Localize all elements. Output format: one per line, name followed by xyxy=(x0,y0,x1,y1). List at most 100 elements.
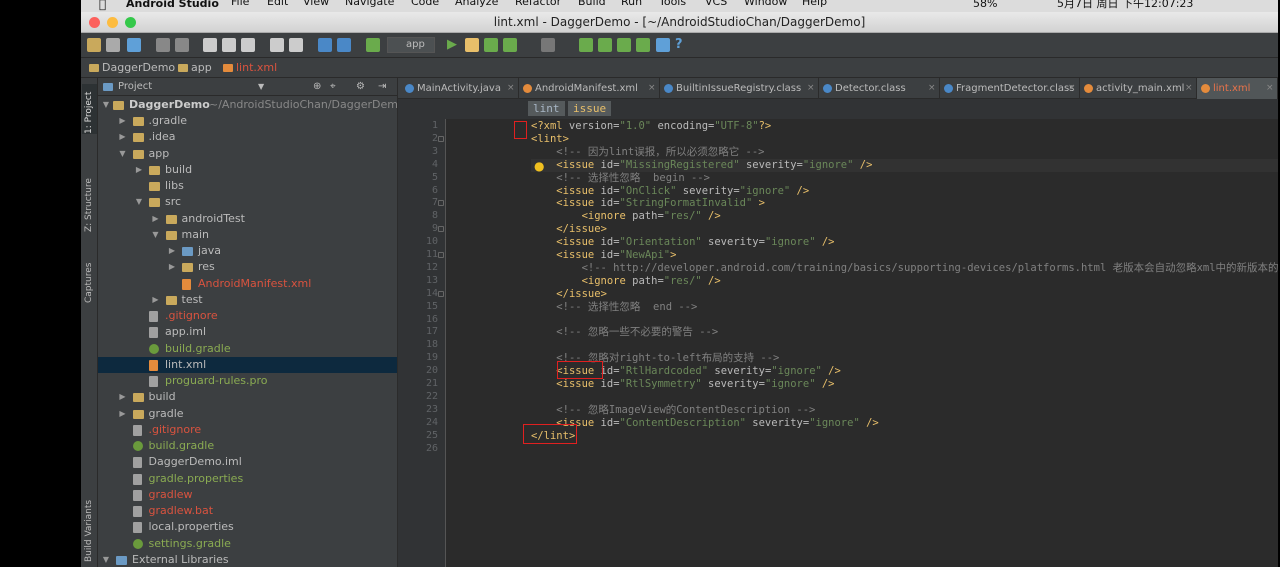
paste-icon[interactable] xyxy=(241,38,255,52)
open-icon[interactable] xyxy=(87,38,101,52)
hide-panel-icon[interactable]: ⇥ xyxy=(378,78,386,96)
tree-item[interactable]: libs xyxy=(98,178,397,194)
editor-tab[interactable]: AndroidManifest.xml × xyxy=(519,78,660,99)
tree-item[interactable]: gradlew xyxy=(98,487,397,503)
close-tab-icon[interactable]: × xyxy=(1266,78,1274,99)
gradle-sync-icon[interactable] xyxy=(617,38,631,52)
chevron-down-icon[interactable]: ▼ xyxy=(152,227,160,243)
cut-icon[interactable] xyxy=(203,38,217,52)
apply-changes-icon[interactable] xyxy=(465,38,479,52)
tree-item[interactable]: build.gradle xyxy=(98,438,397,454)
chevron-right-icon[interactable]: ▶ xyxy=(152,292,160,308)
collapse-icon[interactable]: ⊕ xyxy=(313,78,321,96)
tree-item[interactable]: ▶ java xyxy=(98,243,397,259)
tree-item[interactable]: ▶ res xyxy=(98,259,397,275)
code-line[interactable]: <!-- 因为lint误报，所以必须忽略它 --> xyxy=(531,146,764,159)
menu-code[interactable]: Code xyxy=(411,0,439,8)
stop-icon[interactable] xyxy=(541,38,555,52)
sdk-manager-icon[interactable] xyxy=(579,38,593,52)
code-line[interactable]: <?xml version="1.0" encoding="UTF-8"?> xyxy=(531,120,771,133)
nav-crumb[interactable]: app xyxy=(178,58,212,78)
chevron-down-icon[interactable]: ▼ xyxy=(135,194,143,210)
run-icon[interactable]: ▶ xyxy=(447,38,461,52)
chevron-down-icon[interactable]: ▼ xyxy=(102,97,110,113)
redo-icon[interactable] xyxy=(175,38,189,52)
xml-breadcrumb-tag[interactable]: lint xyxy=(528,101,565,116)
gear-icon[interactable]: ⚙ xyxy=(356,78,365,96)
app-menu[interactable]: Android Studio xyxy=(126,0,219,10)
find-icon[interactable] xyxy=(270,38,284,52)
tool-tab-project[interactable]: 1: Project xyxy=(82,84,97,134)
close-tab-icon[interactable]: × xyxy=(928,78,936,99)
close-tab-icon[interactable]: × xyxy=(1068,78,1076,99)
tool-tab-build-variants[interactable]: Build Variants xyxy=(82,492,97,562)
code-line[interactable]: <!-- 选择性忽略 begin --> xyxy=(531,172,710,185)
undo-icon[interactable] xyxy=(156,38,170,52)
tool-tab-z-structure[interactable]: Z: Structure xyxy=(82,162,97,232)
forward-icon[interactable] xyxy=(337,38,351,52)
code-line[interactable]: <ignore path="res/" /> xyxy=(531,275,721,288)
debug-icon[interactable] xyxy=(484,38,498,52)
code-line[interactable]: <!-- http://developer.android.com/traini… xyxy=(531,262,1278,275)
code-line[interactable]: <ignore path="res/" /> xyxy=(531,210,721,223)
tree-item[interactable]: ▼ main xyxy=(98,227,397,243)
chevron-right-icon[interactable]: ▶ xyxy=(135,162,143,178)
coverage-icon[interactable] xyxy=(503,38,517,52)
tool-tab-captures[interactable]: Captures xyxy=(82,248,97,303)
menu-file[interactable]: File xyxy=(231,0,249,8)
run-config-select[interactable]: app xyxy=(387,37,435,53)
project-view-select[interactable]: Project xyxy=(118,78,152,96)
nav-crumb[interactable]: lint.xml xyxy=(223,58,277,78)
menu-refactor[interactable]: Refactor xyxy=(515,0,561,8)
tree-item[interactable]: ▶ test xyxy=(98,292,397,308)
tree-item[interactable]: AndroidManifest.xml xyxy=(98,276,397,292)
menu-navigate[interactable]: Navigate xyxy=(345,0,394,8)
minimize-window-icon[interactable] xyxy=(107,17,118,28)
chevron-right-icon[interactable]: ▶ xyxy=(119,113,127,129)
fold-marker-icon[interactable] xyxy=(438,226,444,233)
tree-item[interactable]: build.gradle xyxy=(98,341,397,357)
tree-item[interactable]: ▶ gradle xyxy=(98,406,397,422)
tree-root[interactable]: ▼ DaggerDemo ~/AndroidStudioChan/DaggerD… xyxy=(98,97,397,113)
menu-window[interactable]: Window xyxy=(744,0,787,8)
close-window-icon[interactable] xyxy=(89,17,100,28)
menu-help[interactable]: Help xyxy=(802,0,827,8)
chevron-down-icon[interactable]: ▼ xyxy=(258,78,264,96)
nav-crumb[interactable]: DaggerDemo xyxy=(89,58,175,78)
code-line[interactable]: <issue id="RtlSymmetry" severity="ignore… xyxy=(531,378,834,391)
code-line[interactable]: </issue> xyxy=(531,288,607,301)
tree-item[interactable]: local.properties xyxy=(98,519,397,535)
lightbulb-icon[interactable]: ● xyxy=(534,159,544,173)
sync-icon[interactable] xyxy=(127,38,141,52)
xml-breadcrumb-tag[interactable]: issue xyxy=(568,101,612,116)
close-tab-icon[interactable]: × xyxy=(1185,78,1193,99)
tree-item[interactable]: ▼ app xyxy=(98,146,397,162)
zoom-window-icon[interactable] xyxy=(125,17,136,28)
editor-tab[interactable]: BuiltinIssueRegistry.class × xyxy=(660,78,819,99)
close-tab-icon[interactable]: × xyxy=(807,78,815,99)
code-line[interactable]: <issue id="OnClick" severity="ignore" /> xyxy=(531,185,809,198)
project-structure-icon[interactable] xyxy=(656,38,670,52)
chevron-right-icon[interactable]: ▶ xyxy=(152,211,160,227)
code-line[interactable]: <issue id="Orientation" severity="ignore… xyxy=(531,236,834,249)
fold-marker-icon[interactable] xyxy=(438,135,444,142)
menu-tools[interactable]: Tools xyxy=(659,0,686,8)
code-line[interactable]: <issue id="NewApi"> xyxy=(531,249,676,262)
tree-item[interactable]: .gitignore xyxy=(98,308,397,324)
menu-build[interactable]: Build xyxy=(578,0,606,8)
menu-vcs[interactable]: VCS xyxy=(705,0,727,8)
tree-item[interactable]: settings.gradle xyxy=(98,536,397,552)
tree-item[interactable]: proguard-rules.pro xyxy=(98,373,397,389)
tree-item[interactable]: DaggerDemo.iml xyxy=(98,454,397,470)
tree-item[interactable]: gradlew.bat xyxy=(98,503,397,519)
code-line[interactable]: <issue id="MissingRegistered" severity="… xyxy=(531,158,1278,172)
editor-tab[interactable]: Detector.class × xyxy=(819,78,940,99)
close-tab-icon[interactable]: × xyxy=(648,78,656,99)
help-icon[interactable]: ? xyxy=(675,38,689,52)
fold-marker-icon[interactable] xyxy=(438,290,444,297)
menu-run[interactable]: Run xyxy=(621,0,642,8)
make-icon[interactable] xyxy=(366,38,380,52)
chevron-right-icon[interactable]: ▶ xyxy=(168,243,176,259)
tree-item[interactable]: ▶ build xyxy=(98,162,397,178)
tree-item[interactable]: ▼ External Libraries xyxy=(98,552,397,567)
